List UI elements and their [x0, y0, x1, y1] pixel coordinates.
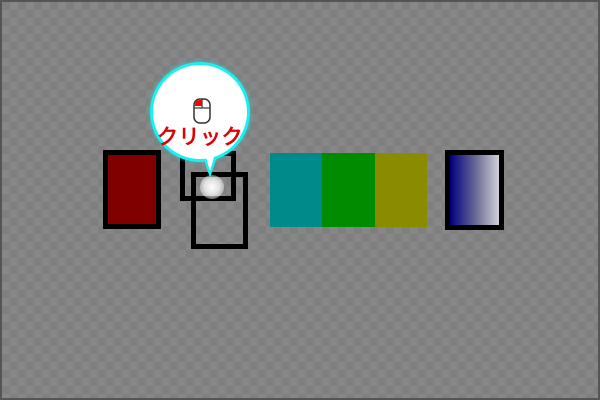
tooltip-label: クリック — [157, 125, 243, 149]
olive-swatch[interactable] — [374, 153, 427, 227]
green-swatch[interactable] — [322, 153, 375, 227]
blue-gradient-box[interactable] — [445, 150, 504, 230]
tooltip-tail-inner — [203, 147, 217, 171]
red-box[interactable] — [103, 150, 161, 229]
color-strip — [270, 153, 427, 227]
workspace-canvas[interactable]: クリック — [0, 0, 600, 400]
drag-box[interactable] — [191, 172, 248, 249]
click-tooltip: クリック — [150, 62, 250, 162]
mouse-icon — [193, 98, 211, 124]
teal-swatch[interactable] — [270, 153, 323, 227]
